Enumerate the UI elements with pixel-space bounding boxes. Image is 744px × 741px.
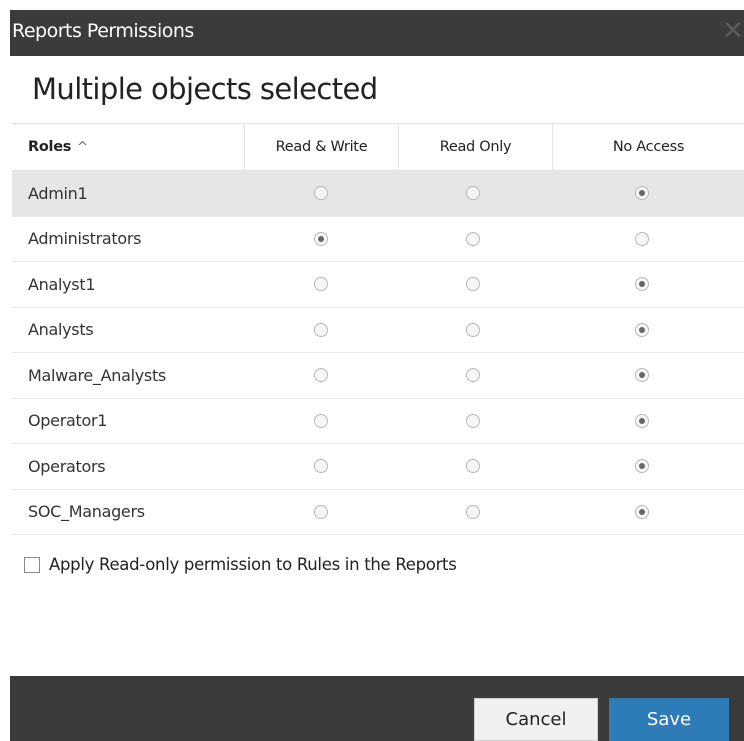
radio-no-access[interactable]	[635, 459, 649, 474]
permission-cell-no-access	[552, 308, 744, 353]
table-row[interactable]: Operator1	[12, 399, 744, 444]
apply-readonly-checkbox[interactable]	[24, 556, 40, 573]
radio-read-only[interactable]	[466, 504, 480, 519]
radio-read-write[interactable]	[314, 277, 328, 292]
role-name: Admin1	[28, 183, 88, 203]
role-name: Operator1	[28, 411, 108, 431]
column-header-read-only: Read Only	[398, 124, 552, 170]
permission-cell-read-write	[244, 308, 398, 353]
save-button[interactable]: Save	[609, 698, 729, 741]
dialog-title: Reports Permissions	[12, 20, 194, 42]
permission-cell-read-only	[398, 490, 552, 535]
radio-read-only[interactable]	[466, 186, 480, 201]
table-row[interactable]: SOC_Managers	[12, 490, 744, 535]
radio-no-access[interactable]	[635, 277, 649, 292]
radio-read-write[interactable]	[314, 231, 328, 246]
cancel-button[interactable]: Cancel	[474, 698, 598, 741]
role-name: Malware_Analysts	[28, 365, 166, 385]
permission-cell-read-write	[244, 353, 398, 398]
column-header-roles[interactable]: Roles ^	[12, 124, 244, 170]
radio-read-write[interactable]	[314, 459, 328, 474]
dialog-titlebar: Reports Permissions ✕	[10, 10, 744, 56]
permission-cell-read-write	[244, 262, 398, 307]
role-name: Administrators	[28, 229, 142, 249]
radio-read-write[interactable]	[314, 368, 328, 383]
apply-readonly-option[interactable]: Apply Read-only permission to Rules in t…	[24, 555, 457, 574]
permission-cell-read-write	[244, 399, 398, 444]
permission-cell-no-access	[552, 353, 744, 398]
radio-read-write[interactable]	[314, 413, 328, 428]
table-row[interactable]: Operators	[12, 444, 744, 490]
table-body: Admin1 Administrators Analyst1 Analysts Malw…	[12, 171, 744, 535]
radio-read-only[interactable]	[466, 368, 480, 383]
table-row[interactable]: Malware_Analysts	[12, 353, 744, 399]
radio-no-access[interactable]	[635, 368, 649, 383]
column-header-read-write: Read & Write	[244, 124, 398, 170]
radio-read-only[interactable]	[466, 322, 480, 337]
apply-readonly-label: Apply Read-only permission to Rules in t…	[49, 555, 457, 574]
radio-read-only[interactable]	[466, 231, 480, 246]
permission-cell-read-only	[398, 262, 552, 307]
radio-read-only[interactable]	[466, 459, 480, 474]
radio-no-access[interactable]	[635, 504, 649, 519]
radio-read-only[interactable]	[466, 413, 480, 428]
permission-cell-no-access	[552, 217, 744, 262]
permission-cell-read-only	[398, 217, 552, 262]
role-name: Analysts	[28, 320, 94, 340]
permission-cell-read-only	[398, 308, 552, 353]
permission-cell-read-only	[398, 444, 552, 489]
close-icon[interactable]: ✕	[722, 16, 744, 46]
table-row[interactable]: Analysts	[12, 308, 744, 353]
permission-cell-read-only	[398, 353, 552, 398]
dialog-footer: Cancel Save	[10, 676, 744, 741]
table-row[interactable]: Administrators	[12, 217, 744, 262]
reports-permissions-dialog: Reports Permissions ✕ Multiple objects s…	[10, 10, 744, 741]
permission-cell-no-access	[552, 171, 744, 216]
role-name: Analyst1	[28, 274, 96, 294]
permission-cell-no-access	[552, 262, 744, 307]
table-header: Roles ^ Read & Write Read Only No Access	[12, 123, 744, 171]
roles-header-label: Roles	[28, 139, 72, 155]
radio-no-access[interactable]	[635, 322, 649, 337]
column-header-no-access: No Access	[552, 124, 744, 170]
page-title: Multiple objects selected	[32, 72, 378, 106]
radio-read-only[interactable]	[466, 277, 480, 292]
permissions-table: Roles ^ Read & Write Read Only No Access…	[12, 123, 744, 535]
table-row[interactable]: Admin1	[12, 171, 744, 217]
role-name: Operators	[28, 456, 106, 476]
radio-read-write[interactable]	[314, 322, 328, 337]
radio-read-write[interactable]	[314, 504, 328, 519]
permission-cell-read-write	[244, 217, 398, 262]
permission-cell-no-access	[552, 399, 744, 444]
permission-cell-no-access	[552, 490, 744, 535]
permission-cell-read-write	[244, 490, 398, 535]
permission-cell-read-write	[244, 444, 398, 489]
role-name: SOC_Managers	[28, 502, 145, 522]
permission-cell-read-only	[398, 171, 552, 216]
permission-cell-read-write	[244, 171, 398, 216]
permission-cell-no-access	[552, 444, 744, 489]
permission-cell-read-only	[398, 399, 552, 444]
radio-no-access[interactable]	[635, 413, 649, 428]
radio-no-access[interactable]	[635, 231, 649, 246]
radio-read-write[interactable]	[314, 186, 328, 201]
sort-ascending-icon: ^	[77, 139, 88, 155]
table-row[interactable]: Analyst1	[12, 262, 744, 308]
radio-no-access[interactable]	[635, 186, 649, 201]
